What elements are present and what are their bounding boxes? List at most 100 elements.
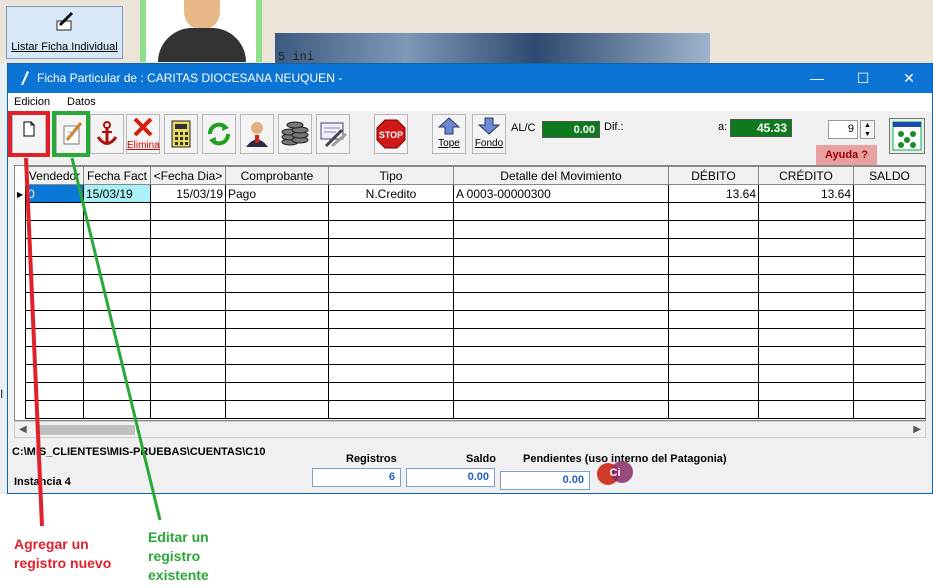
user-button[interactable] <box>240 114 274 154</box>
empty-cell[interactable] <box>758 328 854 347</box>
empty-cell[interactable] <box>668 346 759 365</box>
table-row-empty[interactable] <box>25 256 925 275</box>
coins-button[interactable] <box>278 114 312 154</box>
empty-cell[interactable] <box>668 202 759 221</box>
empty-cell[interactable] <box>328 364 454 383</box>
empty-cell[interactable] <box>225 382 329 401</box>
empty-cell[interactable] <box>668 310 759 329</box>
empty-cell[interactable] <box>83 364 151 383</box>
empty-cell[interactable] <box>853 274 925 293</box>
empty-cell[interactable] <box>453 274 669 293</box>
empty-cell[interactable] <box>225 328 329 347</box>
empty-cell[interactable] <box>25 310 84 329</box>
empty-cell[interactable] <box>668 220 759 239</box>
empty-cell[interactable] <box>25 202 84 221</box>
spin-up-icon[interactable]: ▲ <box>861 121 874 130</box>
empty-cell[interactable] <box>853 346 925 365</box>
table-row-empty[interactable] <box>25 346 925 365</box>
empty-cell[interactable] <box>25 238 84 257</box>
empty-cell[interactable] <box>225 274 329 293</box>
empty-cell[interactable] <box>328 238 454 257</box>
empty-cell[interactable] <box>328 220 454 239</box>
empty-cell[interactable] <box>668 292 759 311</box>
cell-detalle[interactable]: A 0003-00000300 <box>453 184 669 203</box>
delete-button[interactable]: Elimina <box>126 114 160 154</box>
empty-cell[interactable] <box>853 328 925 347</box>
empty-cell[interactable] <box>83 202 151 221</box>
maximize-button[interactable]: ☐ <box>840 64 886 93</box>
empty-cell[interactable] <box>225 292 329 311</box>
empty-cell[interactable] <box>668 382 759 401</box>
empty-cell[interactable] <box>25 328 84 347</box>
scroll-thumb[interactable] <box>37 425 135 435</box>
empty-cell[interactable] <box>853 202 925 221</box>
empty-cell[interactable] <box>25 346 84 365</box>
ayuda-button[interactable]: Ayuda ? <box>816 145 877 165</box>
empty-cell[interactable] <box>453 346 669 365</box>
anchor-button[interactable] <box>90 114 124 154</box>
empty-cell[interactable] <box>150 220 226 239</box>
empty-cell[interactable] <box>853 256 925 275</box>
table-row-empty[interactable] <box>25 364 925 383</box>
empty-cell[interactable] <box>758 202 854 221</box>
empty-cell[interactable] <box>328 274 454 293</box>
empty-cell[interactable] <box>150 202 226 221</box>
cell-fecha-dia[interactable]: 15/03/19 <box>150 184 226 203</box>
cell-credito[interactable]: 13.64 <box>758 184 854 203</box>
empty-cell[interactable] <box>328 202 454 221</box>
listar-ficha-button[interactable]: Listar Ficha Individual <box>6 6 123 59</box>
empty-cell[interactable] <box>668 364 759 383</box>
stop-button[interactable]: STOP <box>374 114 408 154</box>
empty-cell[interactable] <box>328 292 454 311</box>
empty-cell[interactable] <box>853 238 925 257</box>
empty-cell[interactable] <box>25 364 84 383</box>
empty-cell[interactable] <box>853 292 925 311</box>
empty-cell[interactable] <box>83 310 151 329</box>
cell-vendedor[interactable]: 0 <box>25 184 84 203</box>
empty-cell[interactable] <box>225 238 329 257</box>
table-row-empty[interactable] <box>25 292 925 311</box>
empty-cell[interactable] <box>453 238 669 257</box>
empty-cell[interactable] <box>25 220 84 239</box>
scroll-left-icon[interactable]: ◀ <box>19 422 27 438</box>
table-row-empty[interactable] <box>25 328 925 347</box>
table-row-empty[interactable] <box>25 310 925 329</box>
empty-cell[interactable] <box>758 292 854 311</box>
empty-cell[interactable] <box>150 256 226 275</box>
col-tipo[interactable]: Tipo <box>328 166 454 185</box>
table-row-empty[interactable] <box>25 274 925 293</box>
empty-cell[interactable] <box>453 292 669 311</box>
empty-cell[interactable] <box>758 274 854 293</box>
col-saldo[interactable]: SALDO <box>853 166 925 185</box>
options-button[interactable] <box>889 118 925 154</box>
empty-cell[interactable] <box>83 274 151 293</box>
empty-cell[interactable] <box>328 382 454 401</box>
empty-cell[interactable] <box>150 364 226 383</box>
empty-cell[interactable] <box>453 328 669 347</box>
spin-down-icon[interactable]: ▼ <box>861 130 874 139</box>
table-row-empty[interactable] <box>25 202 925 221</box>
scroll-right-icon[interactable]: ▶ <box>913 422 921 438</box>
menu-datos[interactable]: Datos <box>67 96 96 108</box>
col-fecha-fact[interactable]: Fecha Fact <box>83 166 151 185</box>
empty-cell[interactable] <box>328 328 454 347</box>
spin-input[interactable]: 9 <box>828 120 858 139</box>
fondo-button[interactable]: Fondo <box>472 114 506 154</box>
col-fecha-dia[interactable]: <Fecha Dia> <box>150 166 226 185</box>
empty-cell[interactable] <box>83 220 151 239</box>
empty-cell[interactable] <box>328 256 454 275</box>
empty-cell[interactable] <box>25 256 84 275</box>
table-row-empty[interactable] <box>25 382 925 401</box>
empty-cell[interactable] <box>758 310 854 329</box>
empty-cell[interactable] <box>25 292 84 311</box>
empty-cell[interactable] <box>83 400 151 419</box>
cell-tipo[interactable]: N.Credito <box>328 184 454 203</box>
cell-saldo[interactable] <box>853 184 925 203</box>
spin-buttons[interactable]: ▲ ▼ <box>860 120 875 139</box>
empty-cell[interactable] <box>225 256 329 275</box>
horizontal-scrollbar[interactable]: ◀ ▶ <box>14 421 926 438</box>
empty-cell[interactable] <box>83 238 151 257</box>
empty-cell[interactable] <box>328 310 454 329</box>
empty-cell[interactable] <box>150 382 226 401</box>
empty-cell[interactable] <box>150 346 226 365</box>
